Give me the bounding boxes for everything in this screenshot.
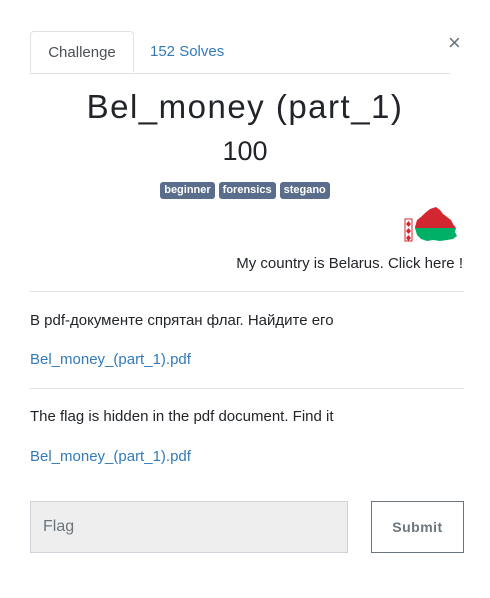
tag-badge: beginner: [160, 182, 215, 199]
divider: [30, 291, 464, 292]
description-russian: В pdf-документе спрятан флаг. Найдите ег…: [30, 312, 334, 329]
challenge-title: Bel_money (part_1): [86, 88, 404, 125]
description-english: The flag is hidden in the pdf document. …: [30, 408, 334, 425]
tag-badge: stegano: [279, 182, 330, 199]
tab-challenge[interactable]: Challenge: [30, 31, 134, 73]
file-link-english[interactable]: Bel_money_(part_1).pdf: [30, 448, 191, 465]
tag-badge: forensics: [218, 182, 276, 199]
file-link-russian[interactable]: Bel_money_(part_1).pdf: [30, 351, 191, 368]
tab-solves[interactable]: 152 Solves: [150, 31, 224, 72]
challenge-points: 100: [222, 136, 268, 166]
map-red-section: [415, 207, 456, 228]
close-icon[interactable]: ×: [448, 32, 461, 54]
submit-button[interactable]: Submit: [371, 501, 464, 553]
flag-input[interactable]: [30, 501, 348, 553]
map-ornament-pattern: [406, 221, 411, 241]
challenge-tabs: Challenge 152 Solves: [30, 31, 450, 74]
belarus-flag-map-icon[interactable]: [403, 205, 459, 245]
divider: [30, 388, 464, 389]
country-info-link[interactable]: My country is Belarus. Click here !: [236, 255, 463, 272]
map-green-section: [415, 228, 457, 241]
tag-list: beginner forensics stegano: [0, 182, 490, 199]
